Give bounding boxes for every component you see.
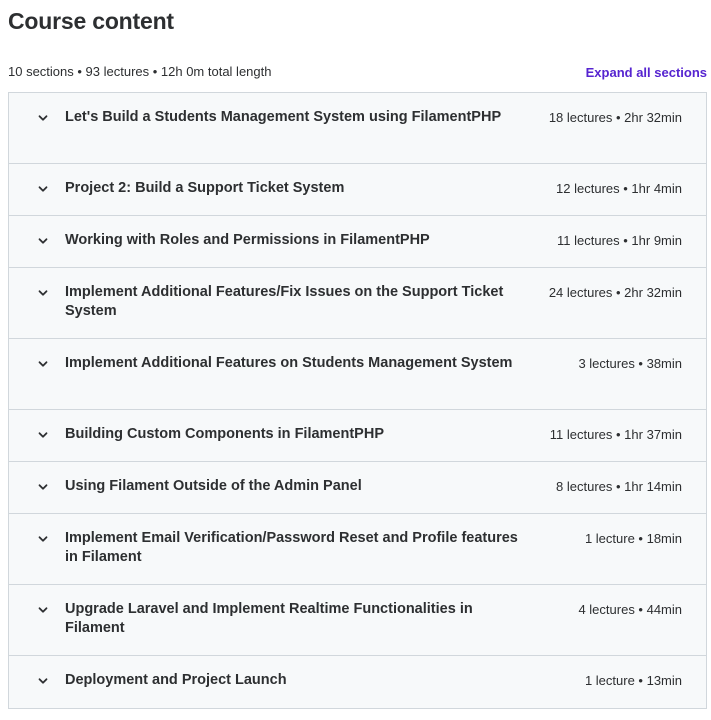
- section-meta: 11 lectures • 1hr 9min: [557, 233, 682, 248]
- course-content-panel: Course content 10 sections • 93 lectures…: [0, 0, 711, 720]
- section-meta: 12 lectures • 1hr 4min: [556, 181, 682, 196]
- chevron-down-icon: [37, 183, 49, 195]
- section-meta: 8 lectures • 1hr 14min: [556, 479, 682, 494]
- section-item[interactable]: Working with Roles and Permissions in Fi…: [9, 216, 706, 268]
- section-item[interactable]: Deployment and Project Launch 1 lecture …: [9, 656, 706, 708]
- section-title: Upgrade Laravel and Implement Realtime F…: [65, 601, 473, 636]
- section-title: Implement Additional Features/Fix Issues…: [65, 284, 504, 319]
- chevron-down-icon: [37, 235, 49, 247]
- section-title: Building Custom Components in FilamentPH…: [65, 426, 384, 442]
- section-title: Implement Additional Features on Student…: [65, 355, 513, 371]
- chevron-down-icon: [37, 604, 49, 616]
- chevron-down-icon: [37, 112, 49, 124]
- summary-row: 10 sections • 93 lectures • 12h 0m total…: [8, 62, 707, 82]
- page-title: Course content: [8, 8, 174, 34]
- section-item[interactable]: Project 2: Build a Support Ticket System…: [9, 164, 706, 216]
- section-item[interactable]: Let's Build a Students Management System…: [9, 93, 706, 164]
- section-meta: 1 lecture • 18min: [584, 531, 682, 546]
- section-item[interactable]: Building Custom Components in FilamentPH…: [9, 410, 706, 462]
- section-meta: 11 lectures • 1hr 37min: [549, 427, 682, 442]
- sections-list: Let's Build a Students Management System…: [8, 92, 707, 709]
- course-summary: 10 sections • 93 lectures • 12h 0m total…: [8, 64, 272, 79]
- section-title: Using Filament Outside of the Admin Pane…: [65, 478, 362, 494]
- section-title: Project 2: Build a Support Ticket System: [65, 180, 345, 196]
- section-item[interactable]: Implement Additional Features/Fix Issues…: [9, 268, 706, 339]
- section-title: Deployment and Project Launch: [65, 672, 287, 688]
- chevron-down-icon: [37, 675, 49, 687]
- expand-all-sections-button[interactable]: Expand all sections: [586, 64, 707, 82]
- chevron-down-icon: [37, 358, 49, 370]
- section-item[interactable]: Upgrade Laravel and Implement Realtime F…: [9, 585, 706, 656]
- chevron-down-icon: [37, 429, 49, 441]
- section-meta: 1 lecture • 13min: [584, 673, 682, 688]
- section-meta: 18 lectures • 2hr 32min: [548, 110, 682, 125]
- section-item[interactable]: Using Filament Outside of the Admin Pane…: [9, 462, 706, 514]
- chevron-down-icon: [37, 481, 49, 493]
- section-meta: 3 lectures • 38min: [578, 356, 682, 371]
- chevron-down-icon: [37, 287, 49, 299]
- section-meta: 4 lectures • 44min: [578, 602, 682, 617]
- chevron-down-icon: [37, 533, 49, 545]
- section-title: Let's Build a Students Management System…: [65, 109, 502, 125]
- section-title: Implement Email Verification/Password Re…: [65, 530, 518, 565]
- section-meta: 24 lectures • 2hr 32min: [548, 285, 682, 300]
- section-title: Working with Roles and Permissions in Fi…: [65, 232, 430, 248]
- section-item[interactable]: Implement Additional Features on Student…: [9, 339, 706, 410]
- section-item[interactable]: Implement Email Verification/Password Re…: [9, 514, 706, 585]
